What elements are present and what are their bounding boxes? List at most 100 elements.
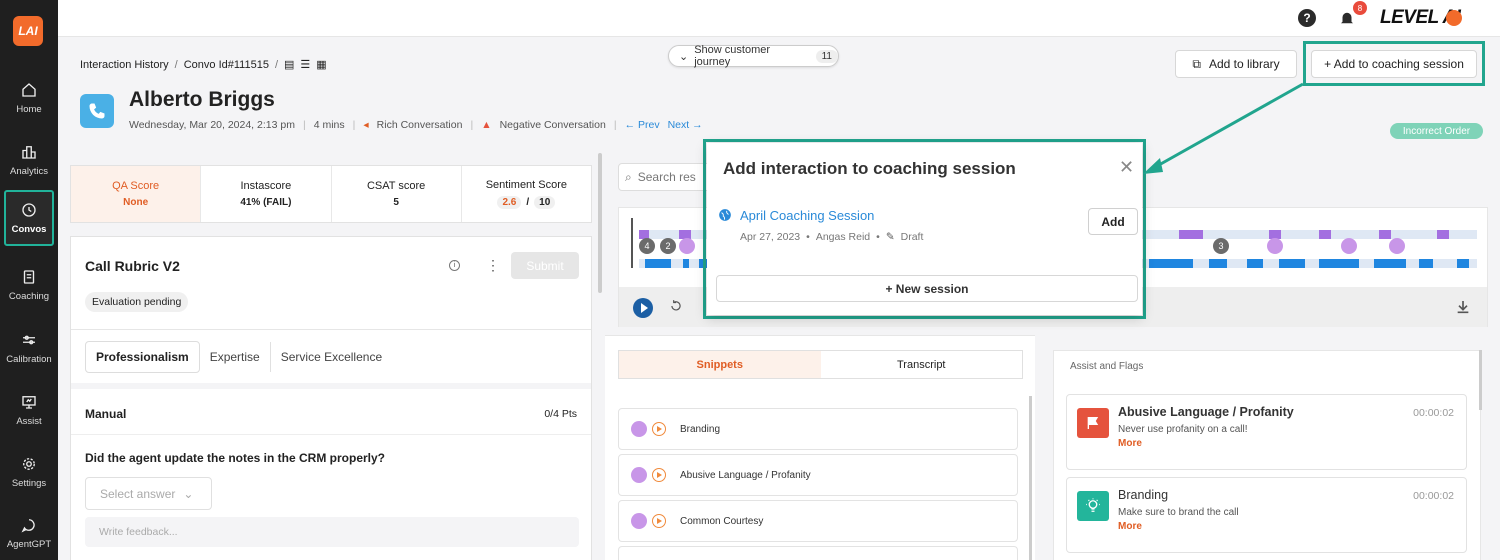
sidebar-item-coaching[interactable]: Coaching <box>0 257 58 313</box>
chat-icon <box>21 519 35 533</box>
sidebar-item-label: Convos <box>11 224 47 235</box>
prev-link[interactable]: ← Prev <box>625 119 660 131</box>
tab-professionalism[interactable]: Professionalism <box>85 340 200 373</box>
list-item[interactable]: Common Courtesy <box>618 500 1018 542</box>
pencil-icon: ✎ <box>885 231 895 243</box>
tab-transcript[interactable]: Transcript <box>821 351 1023 378</box>
more-link[interactable]: More <box>1118 521 1142 532</box>
sentiment-max: 10 <box>534 196 556 209</box>
rubric-title: Call Rubric V2 <box>85 258 180 274</box>
timeline-marker[interactable] <box>1267 238 1283 254</box>
submit-button[interactable]: Submit <box>511 252 579 279</box>
breadcrumb-item[interactable]: Interaction History <box>80 59 169 71</box>
list-item[interactable]: Branding <box>618 408 1018 450</box>
rich-conversation-icon: ◂ <box>363 119 369 131</box>
add-to-coaching-session-button[interactable]: + Add to coaching session <box>1311 50 1477 78</box>
sidebar-item-settings[interactable]: Settings <box>0 444 58 500</box>
help-icon[interactable]: ? <box>1298 9 1316 27</box>
track-segment <box>1279 259 1305 268</box>
tab-snippets[interactable]: Snippets <box>619 351 821 378</box>
add-button[interactable]: Add <box>1088 208 1138 235</box>
sliders-icon <box>23 335 35 345</box>
export-icon[interactable]: ▦ <box>316 58 326 71</box>
timeline-marker[interactable] <box>1341 238 1357 254</box>
rewind-icon[interactable] <box>669 299 683 313</box>
section-points: 0/4 Pts <box>544 408 577 420</box>
track-segment <box>1437 230 1449 239</box>
session-date: Apr 27, 2023 <box>740 231 801 243</box>
sentiment-score-cell[interactable]: Sentiment Score 2.6 / 10 <box>462 166 591 222</box>
show-customer-journey-button[interactable]: ⌄ Show customer journey 11 <box>668 44 839 68</box>
more-options-icon[interactable]: ⋮ <box>486 257 500 274</box>
sidebar-item-convos[interactable]: Convos <box>4 190 54 246</box>
interaction-meta: Wednesday, Mar 20, 2024, 2:13 pm | 4 min… <box>129 119 703 131</box>
sidebar-item-label: Home <box>16 104 42 115</box>
playhead[interactable] <box>631 218 633 268</box>
track-segment <box>683 259 689 268</box>
feedback-input[interactable]: Write feedback... <box>85 517 579 547</box>
timestamp: 00:00:02 <box>1413 407 1454 419</box>
download-icon[interactable] <box>1455 299 1471 315</box>
sidebar-item-analytics[interactable]: Analytics <box>0 132 58 188</box>
analytics-icon <box>22 146 36 159</box>
timeline-marker[interactable]: 4 <box>639 238 655 254</box>
sidebar-item-label: AgentGPT <box>6 539 52 550</box>
list-icon[interactable]: ☰ <box>300 58 310 71</box>
close-icon[interactable]: ✕ <box>1119 157 1134 178</box>
breadcrumb-separator: / <box>274 58 278 71</box>
play-icon[interactable] <box>652 514 666 528</box>
home-icon <box>22 83 36 97</box>
scrollbar[interactable] <box>1479 350 1482 410</box>
more-link[interactable]: More <box>1118 438 1142 449</box>
new-session-button[interactable]: + New session <box>716 275 1138 302</box>
play-button[interactable] <box>633 298 653 318</box>
timeline-marker[interactable] <box>1389 238 1405 254</box>
rubric-panel: Call Rubric V2 i ⋮ Submit Evaluation pen… <box>70 236 592 560</box>
info-icon[interactable]: i <box>449 260 460 271</box>
list-item[interactable]: Abusive Language / Profanity <box>618 454 1018 496</box>
play-icon[interactable] <box>652 422 666 436</box>
tab-expertise[interactable]: Expertise <box>200 341 271 372</box>
sidebar: LAI Home Analytics Convos Coaching Calib… <box>0 0 58 560</box>
instascore-cell[interactable]: Instascore 41% (FAIL) <box>201 166 332 222</box>
warning-icon: ▲ <box>481 119 492 131</box>
brand-badge-icon <box>1446 10 1462 26</box>
qa-score-cell[interactable]: QA Score None <box>71 166 202 222</box>
timeline-marker[interactable]: 3 <box>1213 238 1229 254</box>
flag-card[interactable]: Branding Make sure to brand the call Mor… <box>1066 477 1467 553</box>
next-link[interactable]: Next → <box>668 119 703 131</box>
app-logo[interactable]: LAI <box>13 16 43 46</box>
meta-date: Wednesday, Mar 20, 2024, 2:13 pm <box>129 119 295 131</box>
file-icon[interactable]: ▤ <box>284 58 294 71</box>
timeline-marker[interactable] <box>679 238 695 254</box>
timeline-marker[interactable]: 2 <box>660 238 676 254</box>
rubric-tabs: Professionalism Expertise Service Excell… <box>71 329 591 383</box>
meta-tag-rich: Rich Conversation <box>376 119 463 131</box>
flag-card[interactable]: Abusive Language / Profanity Never use p… <box>1066 394 1467 470</box>
coaching-session-modal: Add interaction to coaching session ✕ Ap… <box>707 143 1142 315</box>
sentiment-value: 2.6 <box>497 196 522 209</box>
scrollbar[interactable] <box>1029 396 1032 560</box>
session-name-link[interactable]: April Coaching Session <box>740 208 874 223</box>
sidebar-item-agentgpt[interactable]: AgentGPT <box>0 505 58 560</box>
track-segment <box>1457 259 1469 268</box>
breadcrumb: Interaction History / Convo Id#111515 / … <box>80 58 327 72</box>
play-icon[interactable] <box>652 468 666 482</box>
breadcrumb-item[interactable]: Convo Id#111515 <box>184 59 269 71</box>
assist-flags-panel: Assist and Flags Abusive Language / Prof… <box>1053 350 1481 560</box>
csat-score-cell[interactable]: CSAT score 5 <box>332 166 462 222</box>
meta-tag-negative: Negative Conversation <box>499 119 606 131</box>
track-segment <box>1379 230 1391 239</box>
document-icon <box>23 270 35 284</box>
tab-service-excellence[interactable]: Service Excellence <box>271 342 392 372</box>
session-meta: Apr 27, 2023 • Angas Reid • ✎ Draft <box>740 231 924 243</box>
session-status: Draft <box>900 231 924 243</box>
sidebar-item-home[interactable]: Home <box>0 70 58 126</box>
answer-select[interactable]: Select answer ⌄ <box>85 477 212 510</box>
sidebar-item-label: Settings <box>11 478 47 489</box>
list-item[interactable] <box>618 546 1018 560</box>
sidebar-item-assist[interactable]: Assist <box>0 382 58 438</box>
add-to-library-button[interactable]: ⧉ Add to library <box>1175 50 1297 78</box>
sidebar-item-calibration[interactable]: Calibration <box>0 320 58 376</box>
scrollbar[interactable] <box>598 153 602 293</box>
